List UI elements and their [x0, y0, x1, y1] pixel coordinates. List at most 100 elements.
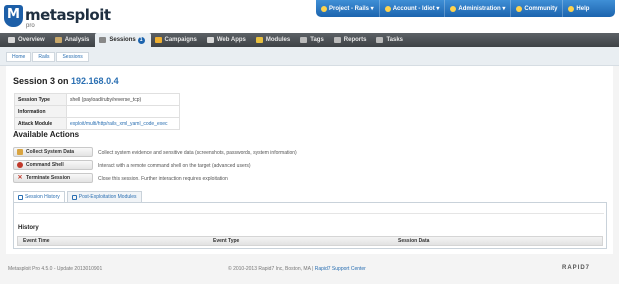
tab-session-history-label: Session History: [25, 194, 60, 200]
session-type-key: Session Type: [14, 93, 67, 106]
session-info-table: Session Type shell (payload/ruby/reverse…: [14, 93, 180, 130]
rapid7-logo: RAPID7: [562, 265, 591, 271]
breadcrumb-bar: Home Rails Sessions: [0, 47, 619, 66]
available-actions-heading: Available Actions: [13, 130, 80, 139]
top-utility-bar: Project - Rails ▾ Account - Idiot ▾ Admi…: [316, 0, 615, 17]
topbar-help-link[interactable]: Help: [563, 0, 594, 17]
history-heading: History: [18, 225, 39, 231]
terminate-icon: ✕: [17, 175, 23, 181]
topbar-account-label: Account - Idiot ▾: [392, 6, 440, 12]
topbar-help-label: Help: [576, 5, 590, 12]
history-icon: [18, 194, 23, 200]
shell-icon: [17, 162, 23, 168]
sessions-count-badge: 1: [137, 36, 145, 44]
page-footer: Metasploit Pro 4.5.0 - Update 2013010901…: [0, 262, 619, 284]
topbar-community-link[interactable]: Community: [511, 0, 564, 17]
table-row: Attack Module exploit/multi/http/rails_x…: [14, 117, 180, 130]
page-title-prefix: Session 3 on: [13, 76, 72, 86]
campaigns-icon: [154, 37, 162, 43]
terminate-session-button[interactable]: ✕ Terminate Session: [13, 173, 93, 183]
topbar-account-menu[interactable]: Account - Idiot ▾: [380, 0, 446, 17]
reports-icon: [333, 37, 341, 43]
session-type-value: shell (payload/ruby/reverse_tcp): [66, 93, 180, 106]
webapps-icon: [206, 37, 214, 43]
topbar-administration-label: Administration ▾: [458, 6, 506, 12]
tab-web-apps-label: Web Apps: [216, 37, 246, 43]
topbar-project-label: Project - Rails ▾: [329, 6, 374, 12]
copyright: © 2010-2013 Rapid7 Inc, Boston, MA | Rap…: [228, 266, 366, 272]
tab-modules[interactable]: Modules: [252, 33, 296, 47]
tab-tasks-label: Tasks: [386, 37, 404, 43]
account-icon: [384, 5, 391, 12]
information-key: Information: [14, 105, 67, 118]
breadcrumb-sessions[interactable]: Sessions: [56, 52, 89, 62]
breadcrumb-home[interactable]: Home: [6, 52, 32, 62]
overview-icon: [8, 37, 15, 43]
table-row: Session Type shell (payload/ruby/reverse…: [14, 93, 180, 106]
topbar-community-label: Community: [524, 5, 558, 12]
information-value: [66, 105, 180, 118]
tab-sessions[interactable]: Sessions 1: [95, 33, 151, 47]
version-info: Metasploit Pro 4.5.0 - Update 2013010901: [8, 266, 103, 272]
main-content: Session 3 on 192.168.0.4 Session Type sh…: [6, 66, 613, 254]
support-center-link[interactable]: Rapid7 Support Center: [315, 266, 366, 272]
metasploit-logo-icon: M: [4, 5, 23, 27]
tab-web-apps[interactable]: Web Apps: [203, 33, 252, 47]
breadcrumb-project[interactable]: Rails: [32, 52, 56, 62]
attack-module-key: Attack Module: [14, 117, 67, 130]
metasploit-logo[interactable]: M metasploit pro: [4, 4, 111, 30]
logo-wordmark: metasploit: [25, 6, 111, 24]
app-header: M metasploit pro Project - Rails ▾ Accou…: [0, 0, 619, 33]
tab-overview[interactable]: Overview: [4, 33, 51, 47]
tab-post-exploitation-label: Post-Exploitation Modules: [78, 194, 137, 200]
modules-icon: [255, 37, 263, 43]
attack-module-link[interactable]: exploit/multi/http/rails_xml_yaml_code_e…: [70, 121, 168, 127]
collect-icon: [17, 149, 23, 155]
logo-edition: pro: [26, 23, 35, 29]
terminate-session-label: Terminate Session: [26, 175, 71, 181]
command-shell-label: Command Shell: [26, 162, 64, 168]
collect-system-data-label: Collect System Data: [26, 149, 75, 155]
analysis-icon: [54, 37, 62, 43]
tab-campaigns[interactable]: Campaigns: [151, 33, 203, 47]
topbar-project-menu[interactable]: Project - Rails ▾: [316, 0, 380, 17]
column-event-time[interactable]: Event Time: [18, 238, 208, 244]
tags-icon: [300, 37, 308, 43]
tab-tags[interactable]: Tags: [296, 33, 330, 47]
tab-overview-label: Overview: [18, 37, 45, 43]
command-shell-description: Interact with a remote command shell on …: [98, 163, 251, 169]
session-host-link[interactable]: 192.168.0.4: [71, 76, 119, 86]
collect-system-data-description: Collect system evidence and sensitive da…: [98, 150, 297, 156]
column-session-data[interactable]: Session Data: [393, 238, 593, 244]
column-event-type[interactable]: Event Type: [208, 238, 393, 244]
history-table-header: Event Time Event Type Session Data: [17, 236, 603, 246]
collect-system-data-button[interactable]: Collect System Data: [13, 147, 93, 157]
tab-post-exploitation-modules[interactable]: Post-Exploitation Modules: [66, 191, 142, 202]
session-subtabs: Session History Post-Exploitation Module…: [13, 191, 144, 202]
admin-icon: [450, 5, 457, 12]
tab-tags-label: Tags: [310, 37, 324, 43]
divider: [18, 213, 604, 214]
tab-analysis[interactable]: Analysis: [51, 33, 96, 47]
community-icon: [516, 5, 523, 12]
tab-sessions-label: Sessions: [109, 37, 136, 43]
session-history-panel: History Event Time Event Type Session Da…: [13, 202, 607, 249]
tab-tasks[interactable]: Tasks: [372, 33, 409, 47]
copyright-text: © 2010-2013 Rapid7 Inc, Boston, MA |: [228, 266, 314, 272]
breadcrumb: Home Rails Sessions: [6, 52, 90, 62]
attack-module-cell: exploit/multi/http/rails_xml_yaml_code_e…: [66, 117, 180, 130]
tab-session-history[interactable]: Session History: [13, 191, 65, 202]
terminate-session-description: Close this session. Further interaction …: [98, 176, 228, 182]
topbar-administration-menu[interactable]: Administration ▾: [445, 0, 512, 17]
command-shell-button[interactable]: Command Shell: [13, 160, 93, 170]
tab-reports-label: Reports: [343, 37, 367, 43]
tab-reports[interactable]: Reports: [330, 33, 373, 47]
project-icon: [321, 5, 327, 12]
table-row: Information: [14, 105, 180, 118]
tab-campaigns-label: Campaigns: [164, 37, 197, 43]
tab-modules-label: Modules: [265, 37, 291, 43]
tab-analysis-label: Analysis: [64, 37, 90, 43]
help-icon: [568, 5, 575, 12]
sessions-icon: [99, 37, 107, 43]
tasks-icon: [376, 37, 384, 43]
